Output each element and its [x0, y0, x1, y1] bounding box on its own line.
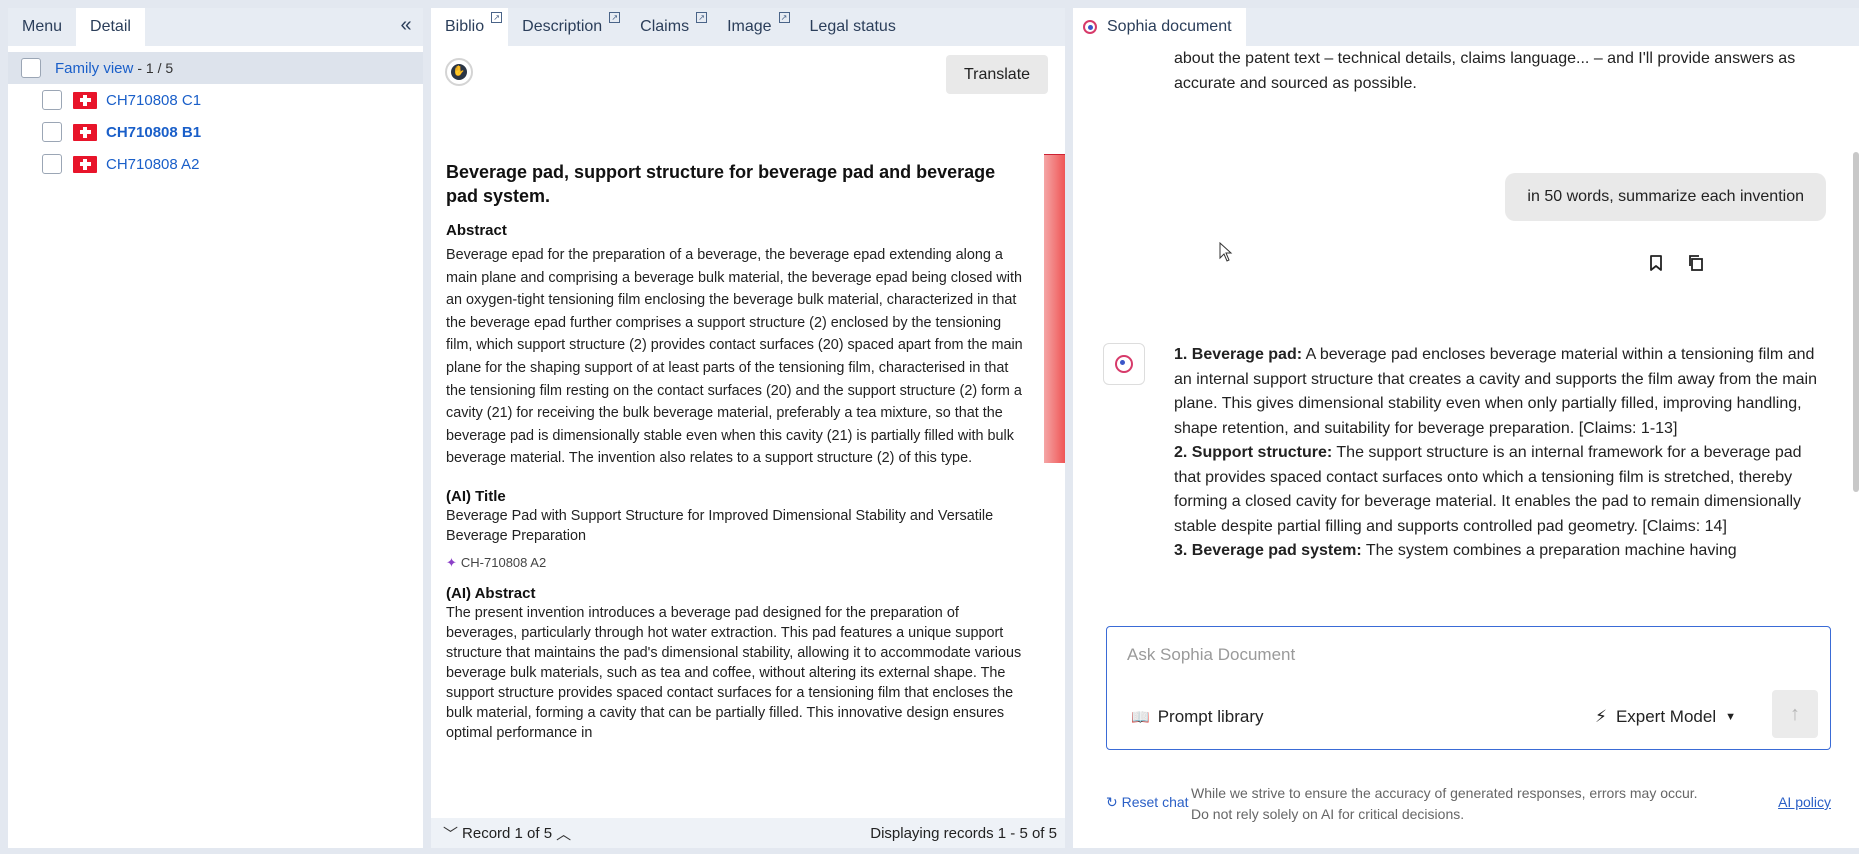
answer-item: 1. Beverage pad: A beverage pad encloses…: [1174, 343, 1822, 441]
tab-label: Description: [522, 18, 603, 35]
family-view-link[interactable]: Family view: [55, 60, 133, 77]
ai-source-label: CH-710808 A2: [460, 554, 547, 570]
family-view-row[interactable]: Family view - 1 / 5: [8, 52, 423, 84]
ai-title-heading: (AI) Title: [446, 487, 506, 505]
prompt-library-button[interactable]: 📖 Prompt library: [1131, 707, 1264, 727]
tab-legal-status[interactable]: Legal status: [796, 8, 920, 46]
member-link[interactable]: CH710808 C1: [106, 92, 201, 109]
reset-chat-label: Reset chat: [1121, 794, 1189, 810]
swiss-flag-icon: [73, 91, 97, 109]
chat-input-box: 📖 Prompt library ⚡ Expert Model ▼ ↑: [1106, 626, 1831, 750]
chevron-down-icon: ▼: [1725, 711, 1736, 723]
tab-biblio[interactable]: Biblio ↗: [431, 8, 509, 46]
ai-abstract-text: The present invention introduces a bever…: [446, 604, 1022, 741]
family-member-row[interactable]: CH710808 B1: [8, 116, 423, 148]
tab-menu[interactable]: Menu: [8, 8, 76, 46]
displaying-records: Displaying records 1 - 5 of 5: [870, 824, 1057, 842]
chevron-down-icon[interactable]: ﹀: [439, 823, 462, 844]
external-link-icon[interactable]: ↗: [491, 12, 503, 23]
biblio-content: Beverage pad, support structure for beve…: [446, 160, 1024, 743]
model-selector[interactable]: ⚡ Expert Model ▼: [1595, 707, 1736, 727]
family-checkbox[interactable]: [21, 58, 41, 78]
arrow-up-icon: ↑: [1790, 703, 1800, 725]
tab-claims[interactable]: Claims ↗: [626, 8, 713, 46]
swiss-flag-icon: [73, 155, 97, 173]
tab-label: Sophia document: [1107, 18, 1232, 35]
ai-abstract-heading: (AI) Abstract: [446, 584, 536, 602]
model-label: Expert Model: [1615, 707, 1717, 726]
member-checkbox[interactable]: [42, 122, 62, 142]
sparkle-icon: ✦: [446, 554, 457, 570]
family-member-row[interactable]: CH710808 C1: [8, 84, 423, 116]
member-checkbox[interactable]: [42, 154, 62, 174]
refresh-icon: ↻: [1106, 794, 1118, 810]
external-link-icon[interactable]: ↗: [778, 12, 790, 23]
member-link[interactable]: CH710808 A2: [106, 156, 199, 173]
chat-scrollbar[interactable]: [1853, 152, 1859, 492]
tab-sophia-document[interactable]: Sophia document: [1073, 8, 1246, 46]
external-link-icon[interactable]: ↗: [609, 12, 621, 23]
tab-image[interactable]: Image ↗: [713, 8, 795, 46]
send-button[interactable]: ↑: [1772, 690, 1818, 738]
book-icon: 📖: [1131, 709, 1150, 726]
document-tab-bar: Biblio ↗ Description ↗ Claims ↗ Image ↗ Lega…: [431, 8, 1065, 46]
chat-transcript: about the patent text – technical detail…: [1073, 46, 1853, 618]
prompt-library-label: Prompt library: [1157, 707, 1264, 726]
ai-policy-link[interactable]: AI policy: [1778, 794, 1831, 810]
tab-detail[interactable]: Detail: [76, 8, 145, 46]
assistant-answer: 1. Beverage pad: A beverage pad encloses…: [1174, 343, 1822, 564]
bookmark-icon[interactable]: [1647, 254, 1665, 272]
family-member-row[interactable]: CH710808 A2: [8, 148, 423, 180]
translate-button[interactable]: Translate: [946, 55, 1048, 94]
left-tab-bar: Menu Detail «: [8, 8, 423, 46]
answer-item: 2. Support structure: The support struct…: [1174, 441, 1822, 539]
family-panel: Menu Detail « Family view - 1 / 5 CH7108…: [8, 8, 423, 848]
answer-item: 3. Beverage pad system: The system combi…: [1174, 539, 1822, 564]
ai-title-text: Beverage Pad with Support Structure for …: [446, 507, 994, 544]
assistant-avatar: [1103, 343, 1145, 385]
record-counter: Record 1 of 5: [462, 824, 553, 842]
member-link-current[interactable]: CH710808 B1: [106, 124, 201, 141]
tab-label: Image: [727, 18, 772, 35]
collapse-panel-icon[interactable]: «: [395, 14, 417, 38]
ask-sophia-input[interactable]: [1127, 645, 1727, 665]
sophia-logo-icon: [1083, 20, 1097, 34]
mouse-pointer-icon: [1219, 242, 1233, 262]
tab-label: Biblio: [445, 18, 485, 35]
lightning-icon: ⚡: [1595, 707, 1607, 726]
tab-label: Legal status: [809, 18, 896, 35]
sophia-logo-icon: [1115, 355, 1133, 373]
chat-tab-bar: Sophia document: [1073, 8, 1859, 46]
reset-chat-link[interactable]: ↻ Reset chat: [1106, 794, 1189, 811]
answer-item-label: 3. Beverage pad system:: [1174, 542, 1362, 559]
abstract-heading: Abstract: [446, 222, 507, 239]
tab-description[interactable]: Description ↗: [508, 8, 626, 46]
record-navigation: ﹀ Record 1 of 5 ︿ Displaying records 1 -…: [431, 818, 1065, 848]
sophia-chat-panel: Sophia document about the patent text – …: [1073, 8, 1859, 848]
copy-icon[interactable]: [1687, 254, 1705, 272]
chat-footer: ↻ Reset chat While we strive to ensure t…: [1106, 776, 1831, 822]
member-checkbox[interactable]: [42, 90, 62, 110]
assistant-intro-text: about the patent text – technical detail…: [1174, 50, 1796, 92]
abstract-text: Beverage epad for the preparation of a b…: [446, 247, 1023, 467]
external-link-icon[interactable]: ↗: [696, 12, 708, 23]
ai-source-tag: ✦ CH-710808 A2: [446, 555, 1024, 571]
family-count: - 1 / 5: [137, 60, 174, 76]
patent-title: Beverage pad, support structure for beve…: [446, 162, 996, 206]
document-panel: Biblio ↗ Description ↗ Claims ↗ Image ↗ Lega…: [431, 8, 1065, 848]
chevron-up-icon[interactable]: ︿: [552, 823, 575, 844]
answer-item-label: 2. Support structure:: [1174, 444, 1333, 461]
answer-item-label: 1. Beverage pad:: [1174, 346, 1303, 363]
swiss-flag-icon: [73, 123, 97, 141]
answer-item-text: The system combines a preparation machin…: [1361, 542, 1737, 559]
stop-hand-icon[interactable]: ✋: [445, 58, 473, 86]
tab-label: Claims: [640, 18, 690, 35]
ai-disclaimer: While we strive to ensure the accuracy o…: [1191, 785, 1698, 822]
scroll-marker[interactable]: [1044, 154, 1065, 463]
user-message: in 50 words, summarize each invention: [1505, 173, 1826, 221]
